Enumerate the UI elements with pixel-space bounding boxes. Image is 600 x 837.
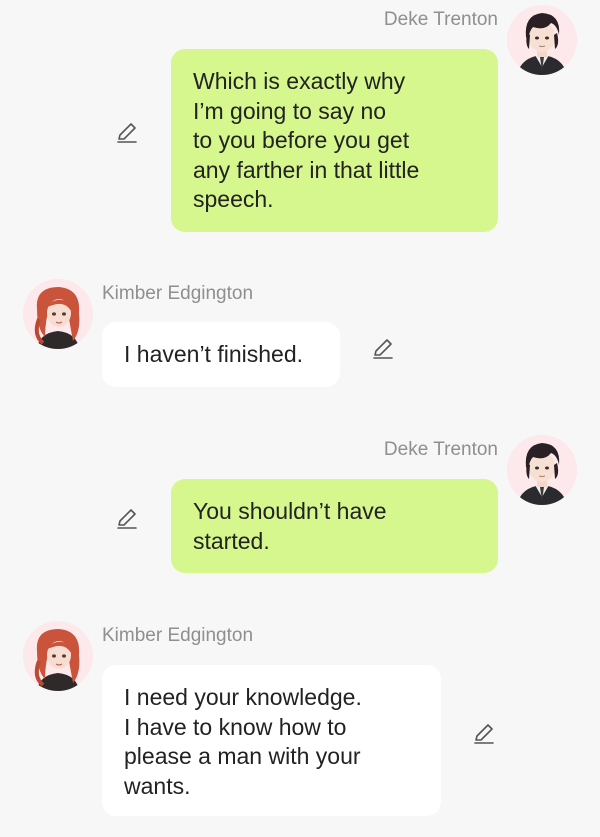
kimber-avatar[interactable] (23, 621, 93, 691)
edit-message-button[interactable] (471, 721, 497, 747)
edit-message-button[interactable] (114, 506, 140, 532)
deke-avatar[interactable] (507, 435, 577, 505)
chat-thread: Deke Trenton Which is exactly why I’m go… (0, 0, 600, 837)
pencil-icon (117, 123, 137, 143)
message-bubble: I haven’t finished. (102, 322, 340, 387)
sender-name: Kimber Edgington (102, 625, 254, 646)
message-bubble: Which is exactly why I’m going to say no… (171, 49, 498, 232)
message-bubble: I need your knowledge. I have to know ho… (102, 665, 441, 816)
edit-message-button[interactable] (114, 120, 140, 146)
deke-avatar[interactable] (507, 5, 577, 75)
message-bubble: You shouldn’t have started. (171, 479, 498, 573)
kimber-avatar[interactable] (23, 279, 93, 349)
sender-name: Deke Trenton (383, 439, 498, 460)
pencil-icon (373, 339, 393, 359)
pencil-icon (474, 724, 494, 744)
pencil-icon (117, 509, 137, 529)
sender-name: Kimber Edgington (102, 283, 254, 304)
edit-message-button[interactable] (370, 336, 396, 362)
sender-name: Deke Trenton (383, 9, 498, 30)
